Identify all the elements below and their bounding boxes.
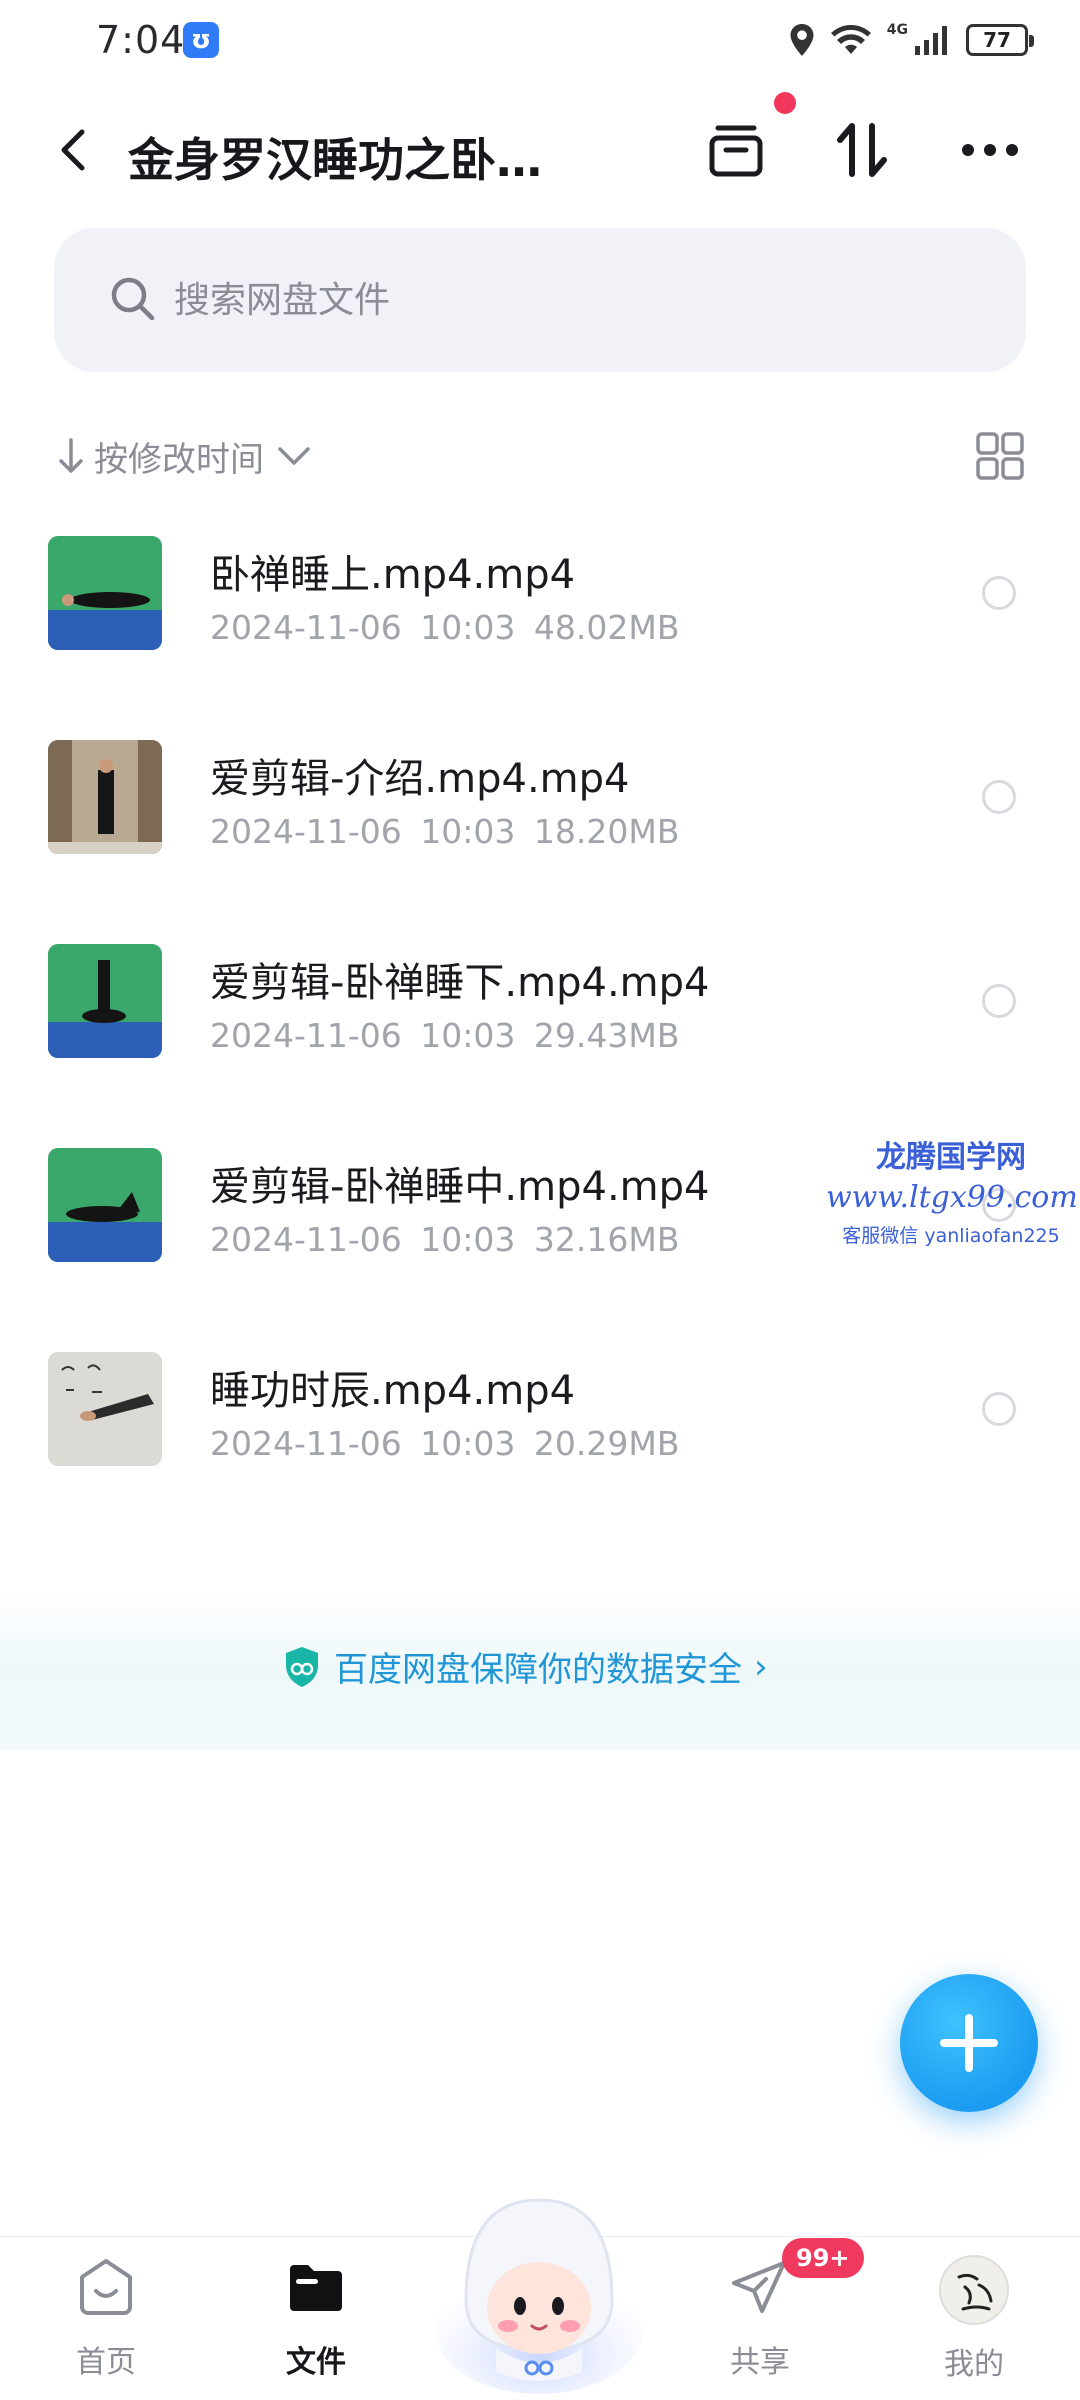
- battery-indicator: 77: [966, 24, 1034, 56]
- profile-avatar: [939, 2255, 1009, 2325]
- nav-label: 我的: [944, 2347, 1004, 2382]
- grid-view-icon[interactable]: [972, 428, 1028, 484]
- search-input[interactable]: [174, 228, 974, 372]
- nav-label: 首页: [76, 2345, 136, 2380]
- file-date: 2024-11-06: [210, 1424, 402, 1463]
- nav-profile[interactable]: 我的: [904, 2255, 1044, 2383]
- search-icon: [111, 277, 155, 321]
- watermark-url: www.ltgx99.com: [826, 1180, 1078, 1215]
- security-text: 百度网盘保障你的数据安全: [334, 1650, 742, 1690]
- file-meta: 2024-11-06 10:03 48.02MB: [210, 608, 679, 647]
- sort-label: 按修改时间: [94, 439, 264, 480]
- file-name: 爱剪辑-卧禅睡中.mp4.mp4: [210, 1164, 710, 1210]
- security-banner: 百度网盘保障你的数据安全 ›: [0, 1590, 1080, 1750]
- wifi-icon: [830, 25, 871, 54]
- file-size: 48.02MB: [533, 608, 680, 647]
- nav-files[interactable]: 文件: [246, 2255, 386, 2381]
- file-name: 卧禅睡上.mp4.mp4: [210, 552, 576, 598]
- search-bar[interactable]: [54, 228, 1026, 372]
- file-size: 32.16MB: [533, 1220, 680, 1259]
- select-radio[interactable]: [982, 984, 1016, 1018]
- nav-label: 文件: [286, 2345, 346, 2380]
- file-time: 10:03: [420, 812, 516, 851]
- chevron-down-icon: [278, 447, 310, 465]
- file-date: 2024-11-06: [210, 1016, 402, 1055]
- file-date: 2024-11-06: [210, 812, 402, 851]
- file-size: 29.43MB: [533, 1016, 680, 1055]
- file-name: 睡功时辰.mp4.mp4: [210, 1368, 576, 1414]
- file-size: 20.29MB: [533, 1424, 680, 1463]
- file-date: 2024-11-06: [210, 608, 402, 647]
- file-row[interactable]: 爱剪辑-介绍.mp4.mp4 2024-11-06 10:03 18.20MB: [0, 720, 1080, 924]
- file-row[interactable]: 爱剪辑-卧禅睡下.mp4.mp4 2024-11-06 10:03 29.43M…: [0, 924, 1080, 1128]
- nav-label: 共享: [730, 2345, 790, 2380]
- location-icon: [790, 24, 814, 56]
- more-icon[interactable]: [954, 114, 1026, 186]
- file-meta: 2024-11-06 10:03 29.43MB: [210, 1016, 679, 1055]
- back-icon[interactable]: [44, 120, 104, 180]
- file-time: 10:03: [420, 1016, 516, 1055]
- file-meta: 2024-11-06 10:03 18.20MB: [210, 812, 679, 851]
- plus-icon: [940, 2014, 998, 2072]
- file-time: 10:03: [420, 1220, 516, 1259]
- video-thumbnail: [48, 1352, 162, 1466]
- file-meta: 2024-11-06 10:03 32.16MB: [210, 1220, 679, 1259]
- share-badge: 99+: [782, 2238, 864, 2278]
- video-thumbnail: [48, 536, 162, 650]
- sort-down-arrow-icon: [59, 438, 83, 473]
- select-radio[interactable]: [982, 780, 1016, 814]
- watermark-contact: 客服微信 yanliaofan225: [842, 1225, 1060, 1247]
- status-indicators: 4G 77: [789, 18, 1034, 62]
- file-meta: 2024-11-06 10:03 20.29MB: [210, 1424, 679, 1463]
- video-thumbnail: [48, 944, 162, 1058]
- sort-selector[interactable]: 按修改时间: [56, 426, 322, 486]
- select-radio[interactable]: [982, 1392, 1016, 1426]
- file-list: 卧禅睡上.mp4.mp4 2024-11-06 10:03 48.02MB 爱剪…: [0, 516, 1080, 1536]
- watermark-title: 龙腾国学网: [876, 1140, 1026, 1175]
- nav-home[interactable]: 首页: [36, 2255, 176, 2381]
- folder-icon: [290, 2265, 342, 2311]
- status-time: 7:04: [96, 18, 186, 62]
- transfer-box-icon[interactable]: [700, 114, 772, 186]
- network-type: 4G: [886, 22, 908, 38]
- notification-app-icon: ʊ: [183, 22, 219, 58]
- file-time: 10:03: [420, 1424, 516, 1463]
- sort-updown-icon[interactable]: [826, 114, 898, 186]
- avatar-calligraphy-icon: [957, 2273, 993, 2311]
- page-title: 金身罗汉睡功之卧…: [128, 133, 542, 187]
- file-time: 10:03: [420, 608, 516, 647]
- file-row[interactable]: 睡功时辰.mp4.mp4 2024-11-06 10:03 20.29MB: [0, 1332, 1080, 1536]
- signal-icon: [915, 26, 947, 55]
- add-button[interactable]: [900, 1974, 1038, 2112]
- select-radio[interactable]: [982, 576, 1016, 610]
- top-app-bar: 金身罗汉睡功之卧…: [0, 90, 1080, 210]
- video-thumbnail: [48, 1148, 162, 1262]
- battery-level-text: 77: [983, 28, 1011, 52]
- video-thumbnail: [48, 740, 162, 854]
- watermark-overlay: 龙腾国学网 www.ltgx99.com 客服微信 yanliaofan225: [826, 1132, 1078, 1248]
- file-name: 爱剪辑-介绍.mp4.mp4: [210, 756, 630, 802]
- file-date: 2024-11-06: [210, 1220, 402, 1259]
- file-row[interactable]: 卧禅睡上.mp4.mp4 2024-11-06 10:03 48.02MB: [0, 516, 1080, 720]
- file-name: 爱剪辑-卧禅睡下.mp4.mp4: [210, 960, 710, 1006]
- chevron-right-icon: ›: [754, 1646, 768, 1687]
- mascot-assistant-button[interactable]: [432, 2180, 646, 2394]
- shield-icon: [286, 1646, 318, 1687]
- security-link[interactable]: 百度网盘保障你的数据安全 ›: [282, 1642, 768, 1691]
- status-bar: 7:04 ʊ 4G 77: [0, 0, 1080, 80]
- file-size: 18.20MB: [533, 812, 680, 851]
- notification-dot: [774, 92, 796, 114]
- home-icon: [80, 2259, 132, 2315]
